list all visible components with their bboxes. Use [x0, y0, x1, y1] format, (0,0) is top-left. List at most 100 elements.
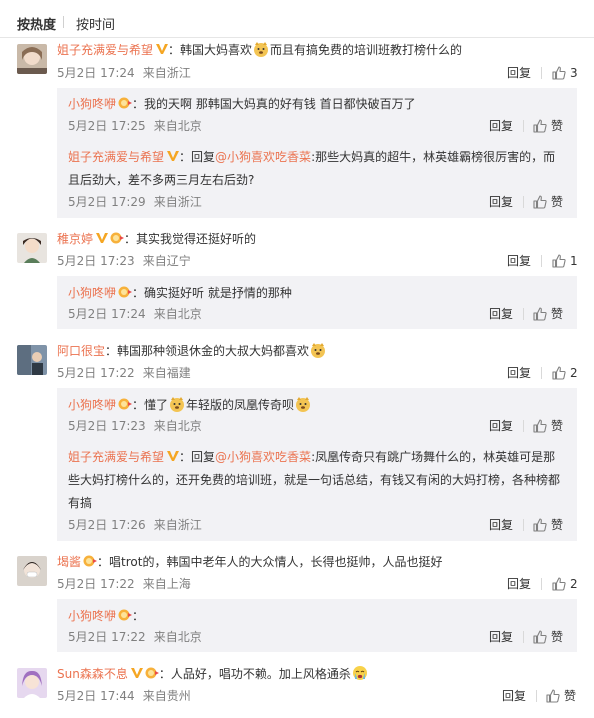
doge-emoji-icon	[170, 397, 185, 412]
like-button[interactable]: 赞	[533, 194, 563, 210]
reply-button[interactable]: 回复	[489, 118, 513, 134]
reply-username[interactable]: 姐子充满爱与希望	[68, 150, 164, 164]
reply-meta: 5月2日 17:22 来自北京	[68, 629, 202, 645]
action-divider	[523, 420, 524, 432]
like-label: 赞	[551, 119, 564, 133]
reply-location: 来自北京	[153, 119, 202, 133]
sort-bar: 按热度 按时间	[0, 0, 594, 38]
avatar[interactable]	[17, 556, 47, 586]
comment-time: 17:22	[100, 366, 135, 380]
comment-location: 来自福建	[142, 366, 191, 380]
reply-location: 来自北京	[153, 419, 202, 433]
reply-text-line-3: 有搞	[68, 496, 93, 510]
comment-meta: 5月2日 17:22 来自上海	[57, 576, 191, 592]
thumbs-up-icon	[533, 518, 547, 532]
like-button[interactable]: 2	[552, 576, 578, 592]
like-button[interactable]: 3	[552, 65, 578, 81]
reply-meta: 5月2日 17:24 来自北京	[68, 306, 202, 322]
reply-text: 凤凰传奇只有跳广场舞什么的，林英雄可是那	[315, 450, 556, 464]
reply-text: 我的天啊 那韩国大妈真的好有钱 首日都快破百万了	[144, 97, 416, 111]
mention-link[interactable]: @小狗喜欢吃香菜	[215, 450, 311, 464]
comment-username[interactable]: 稚京婷	[57, 232, 93, 246]
action-divider	[541, 67, 542, 79]
verified-v-icon	[167, 151, 180, 161]
avatar[interactable]	[17, 668, 47, 698]
like-button[interactable]: 赞	[533, 517, 563, 533]
reply-button[interactable]: 回复	[507, 65, 531, 81]
like-count: 3	[570, 66, 578, 80]
like-button[interactable]: 赞	[546, 688, 576, 704]
sort-by-time[interactable]: 按时间	[76, 14, 115, 33]
comment-username[interactable]: Sun森森不息	[57, 667, 128, 681]
comment-location: 来自贵州	[142, 689, 191, 703]
thumbs-up-icon	[533, 630, 547, 644]
comment-text-line: 姐子充满爱与希望 ：韩国大妈喜欢 而且有搞免费的培训班教打榜什么的	[57, 42, 463, 57]
reply-username[interactable]: 小狗咚咿	[68, 609, 116, 623]
reply-username[interactable]: 小狗咚咿	[68, 398, 116, 412]
comment-username[interactable]: 阿口很宝	[57, 344, 105, 358]
reply-location: 来自北京	[153, 630, 202, 644]
reply-text-line: 小狗咚咿 ：确实挺好听 就是抒情的那种	[68, 286, 292, 300]
comment-username[interactable]: 姐子充满爱与希望	[57, 43, 153, 57]
crying-emoji-icon	[352, 666, 367, 680]
like-button[interactable]: 赞	[533, 629, 563, 645]
like-button[interactable]: 赞	[533, 118, 563, 134]
reply-button[interactable]: 回复	[507, 253, 531, 269]
avatar[interactable]	[17, 345, 47, 375]
reply-text-line: 小狗咚咿 ：懂了 年轻版的凤凰传奇呗	[68, 396, 312, 414]
comment-location: 来自浙江	[142, 66, 191, 80]
verified-v-icon	[167, 451, 180, 461]
reply-time: 17:26	[111, 518, 146, 532]
like-button[interactable]: 赞	[533, 418, 563, 434]
reply-username[interactable]: 小狗咚咿	[68, 286, 116, 300]
verified-v-icon	[130, 668, 143, 678]
like-label: 赞	[551, 630, 564, 644]
action-divider	[541, 255, 542, 267]
like-count: 2	[570, 577, 578, 591]
reply-text-line: 小狗咚咿 ：我的天啊 那韩国大妈真的好有钱 首日都快破百万了	[68, 97, 416, 111]
reply-date: 5月2日	[68, 518, 108, 532]
reply-button[interactable]: 回复	[502, 688, 526, 704]
comment-location: 来自上海	[142, 577, 191, 591]
reply-meta: 5月2日 17:29 来自浙江	[68, 194, 202, 210]
reply-text-line-2: 些大妈打榜什么的，还开免费的培训班，就是一句话总结，有钱又有闲的大妈打榜，各种榜…	[68, 473, 561, 487]
comment-text: 而且有搞免费的培训班教打榜什么的	[270, 43, 463, 57]
reply-location: 来自浙江	[153, 195, 202, 209]
verified-v-icon	[96, 233, 109, 243]
like-button[interactable]: 2	[552, 365, 578, 381]
reply-date: 5月2日	[68, 307, 108, 321]
reply-date: 5月2日	[68, 630, 108, 644]
reply-button[interactable]: 回复	[489, 629, 513, 645]
reply-button[interactable]: 回复	[489, 306, 513, 322]
reply-button[interactable]: 回复	[489, 517, 513, 533]
comment-username[interactable]: 堨酱	[57, 555, 81, 569]
reply-text: 年轻版的凤凰传奇呗	[186, 398, 295, 412]
avatar[interactable]	[17, 44, 47, 74]
member-medal-icon	[145, 667, 159, 679]
comment-meta: 5月2日 17:22 来自福建	[57, 365, 191, 381]
reply-text: 懂了	[144, 398, 169, 412]
action-divider	[541, 367, 542, 379]
action-divider	[536, 690, 537, 702]
reply-username[interactable]: 姐子充满爱与希望	[68, 450, 164, 464]
comment-text-line: Sun森森不息 ：人品好，唱功不赖。加上风格通杀	[57, 665, 369, 683]
comment-text-line: 稚京婷 ：其实我觉得还挺好听的	[57, 232, 257, 246]
reply-button[interactable]: 回复	[489, 418, 513, 434]
thumbs-up-icon	[552, 66, 566, 80]
reply-button[interactable]: 回复	[507, 365, 531, 381]
reply-time: 17:22	[111, 630, 146, 644]
mention-link[interactable]: @小狗喜欢吃香菜	[215, 150, 311, 164]
comment-date: 5月2日	[57, 689, 97, 703]
member-medal-icon	[110, 232, 125, 244]
reply-username[interactable]: 小狗咚咿	[68, 97, 116, 111]
avatar[interactable]	[17, 233, 47, 263]
reply-button[interactable]: 回复	[507, 576, 531, 592]
like-button[interactable]: 赞	[533, 306, 563, 322]
sort-by-hot[interactable]: 按热度	[17, 14, 56, 33]
comment-meta: 5月2日 17:44 来自贵州	[57, 688, 191, 704]
reply-prefix: 回复	[191, 150, 216, 164]
thumbs-up-icon	[533, 195, 547, 209]
reply-button[interactable]: 回复	[489, 194, 513, 210]
like-button[interactable]: 1	[552, 253, 578, 269]
reply-meta: 5月2日 17:23 来自北京	[68, 418, 202, 434]
